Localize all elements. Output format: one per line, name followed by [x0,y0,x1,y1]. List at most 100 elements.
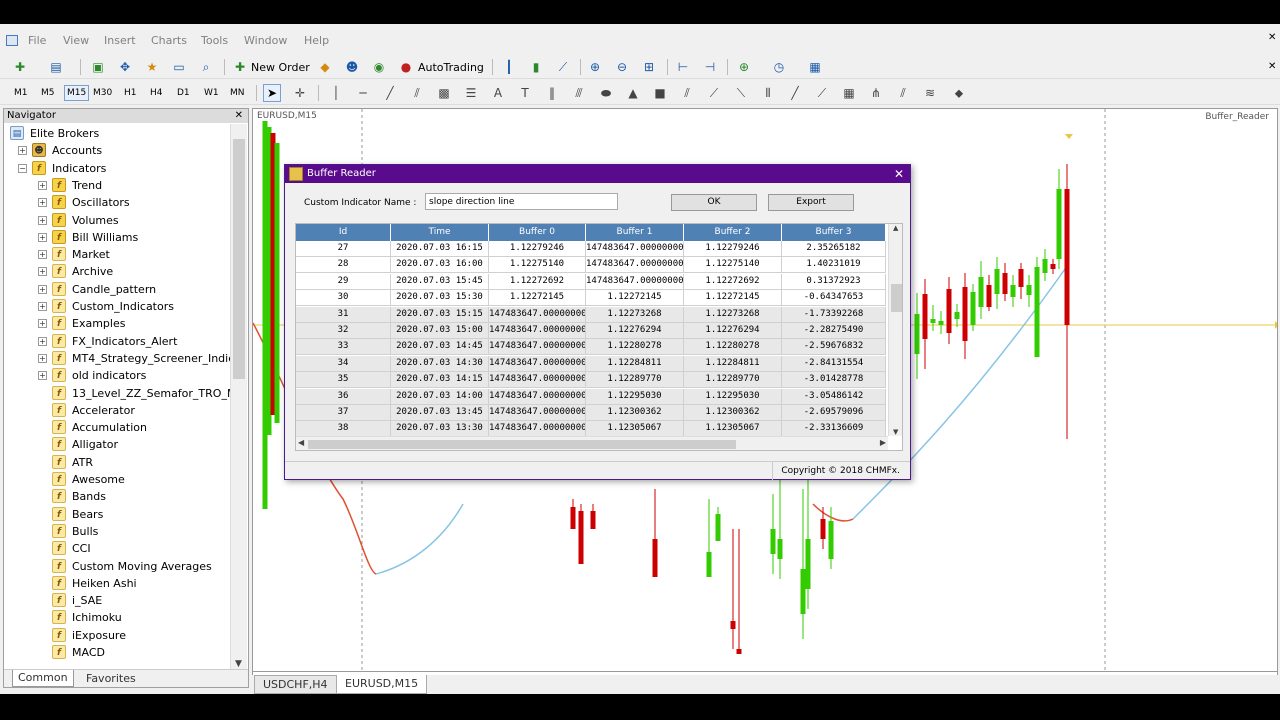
text-label-icon[interactable]: T [516,84,534,102]
grid-horizontal-thumb[interactable] [308,440,736,449]
grid-column-header[interactable]: Id [296,224,391,241]
zoom-out-icon[interactable]: ⊖ [613,58,631,76]
scroll-up-icon[interactable]: ▲ [893,224,898,232]
navigator-scrollbar-thumb[interactable] [233,139,245,379]
chart-tab-eurusd[interactable]: EURUSD,M15 [336,675,428,694]
profiles-icon[interactable]: ▤ [47,58,65,76]
channel-icon[interactable]: ⫻ [570,84,588,102]
dialog-close-icon[interactable]: ✕ [894,165,904,183]
minimize-chart-icon[interactable]: ✕ [1268,61,1276,72]
expand-icon[interactable]: + [38,284,47,294]
collapse-icon[interactable]: − [18,163,27,173]
indicator-name-input[interactable] [425,193,618,210]
expand-icon[interactable]: + [38,232,47,242]
autotrading-button[interactable]: AutoTrading [418,61,484,74]
grid-tool-icon[interactable]: ▩ [435,84,453,102]
navigator-close-icon[interactable]: ✕ [235,109,243,123]
expand-icon[interactable]: + [38,250,47,260]
strategy-tester-icon[interactable]: ⌕ [197,58,215,76]
community-icon[interactable]: ☻ [343,58,361,76]
templates-icon[interactable]: ▦ [806,58,824,76]
timeframe-m1[interactable]: M1 [14,88,28,98]
regression-channel-icon[interactable]: ⫽ [894,84,912,102]
triangle-icon[interactable]: ▲ [624,84,642,102]
autoscroll-icon[interactable]: ⊣ [701,58,719,76]
grid-column-header[interactable]: Time [391,224,489,241]
expand-icon[interactable]: + [38,302,47,311]
indicators-icon[interactable]: ⊕ [735,58,753,76]
menu-file[interactable]: File [28,34,46,47]
timeframe-d1[interactable]: D1 [177,88,190,98]
new-order-button[interactable]: New Order [251,61,310,74]
trendline-icon[interactable]: ╱ [381,84,399,102]
scroll-down-icon[interactable]: ▼ [235,659,242,669]
sd-channel-icon[interactable]: ≋ [921,84,939,102]
scroll-right-icon[interactable]: ▶ [880,438,886,447]
expand-icon[interactable]: + [38,371,47,381]
fibo-arcs-icon[interactable]: ⟍ [732,84,750,102]
menu-view[interactable]: View [63,34,89,47]
menu-insert[interactable]: Insert [104,34,136,47]
bar-chart-icon[interactable]: ┃ [500,58,518,76]
scroll-left-icon[interactable]: ◀ [298,438,304,447]
timeframe-m30[interactable]: M30 [93,88,112,98]
metaeditor-icon[interactable]: ◆ [316,58,334,76]
chart-shift-icon[interactable]: ⊢ [674,58,692,76]
equidistant-channel-icon[interactable]: ⫽ [408,84,426,102]
menu-tools[interactable]: Tools [201,34,228,47]
ellipse-icon[interactable]: ⬬ [597,84,615,102]
cursor-icon[interactable]: ➤ [263,84,281,102]
fibonacci-icon[interactable]: ☰ [462,84,480,102]
cycle-lines-icon[interactable]: ‖ [543,84,561,102]
text-icon[interactable]: A [489,84,507,102]
window-close-icon[interactable]: ✕ [1268,32,1276,43]
expand-icon[interactable]: + [38,353,47,363]
expand-icon[interactable]: + [38,319,47,329]
navigator-scrollbar[interactable]: ▼ [230,124,247,669]
terminal-icon[interactable]: ▭ [170,58,188,76]
fibo-channel-icon[interactable]: ⫽ [678,84,696,102]
timeframe-h1[interactable]: H1 [124,88,137,98]
expand-icon[interactable]: + [38,215,47,225]
expand-icon[interactable]: + [18,146,27,156]
grid-vertical-scrollbar[interactable]: ▲ ▼ [888,224,902,436]
andrews-pitchfork-icon[interactable]: ⋔ [867,84,885,102]
tab-favorites[interactable]: Favorites [86,672,136,685]
zoom-in-icon[interactable]: ⊕ [586,58,604,76]
rectangle-icon[interactable]: ■ [651,84,669,102]
timeframe-w1[interactable]: W1 [204,88,219,98]
candlestick-icon[interactable]: ▮ [527,58,545,76]
timeframe-mn[interactable]: MN [230,88,245,98]
navigator-icon[interactable]: ★ [143,58,161,76]
tile-windows-icon[interactable]: ⊞ [640,58,658,76]
menu-window[interactable]: Window [244,34,287,47]
market-watch-icon[interactable]: ▣ [89,58,107,76]
grid-horizontal-scrollbar[interactable]: ◀ ▶ [296,436,888,450]
periods-icon[interactable]: ◷ [770,58,788,76]
signals-icon[interactable]: ◉ [370,58,388,76]
grid-column-header[interactable]: Buffer 1 [586,224,684,241]
gann-grid-icon[interactable]: ▦ [840,84,858,102]
expand-icon[interactable]: + [38,267,47,277]
fibo-fan-icon[interactable]: ⟋ [705,84,723,102]
autotrading-icon[interactable]: ● [397,58,415,76]
timeframe-m15[interactable]: M15 [64,85,90,101]
ok-button[interactable]: OK [671,194,757,211]
chart-tab-usdchf[interactable]: USDCHF,H4 [254,675,337,694]
grid-column-header[interactable]: Buffer 2 [684,224,782,241]
tab-common[interactable]: Common [12,670,74,687]
new-order-icon[interactable]: ✚ [231,58,249,76]
export-button[interactable]: Export [768,194,854,211]
menu-help[interactable]: Help [304,34,329,47]
grid-vertical-thumb[interactable] [891,284,902,312]
expand-icon[interactable]: + [38,180,47,190]
expand-icon[interactable]: + [38,198,47,208]
gann-line-icon[interactable]: ╱ [786,84,804,102]
vertical-line-icon[interactable]: │ [327,84,345,102]
fibo-timezones-icon[interactable]: ⦀ [759,84,777,102]
scroll-down-icon[interactable]: ▼ [893,428,898,436]
timeframe-h4[interactable]: H4 [150,88,163,98]
grid-column-header[interactable]: Buffer 3 [782,224,886,241]
crosshair-icon[interactable]: ✛ [291,84,309,102]
horizontal-line-icon[interactable]: ─ [354,84,372,102]
